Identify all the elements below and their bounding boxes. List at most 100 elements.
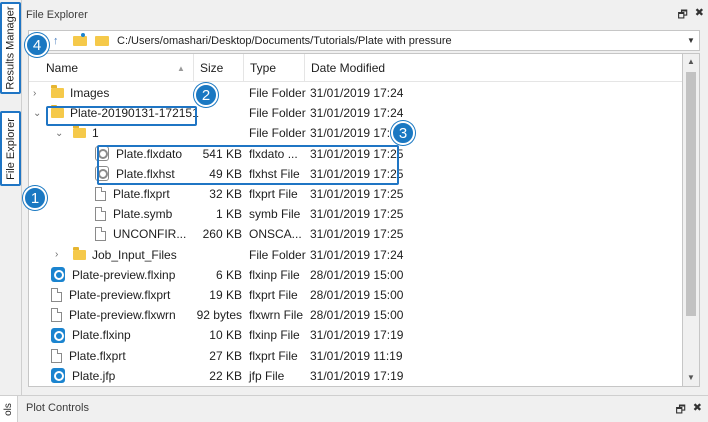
col-header-name[interactable]: Name (29, 54, 194, 82)
flx-file-icon (51, 327, 65, 343)
table-row[interactable]: › Job_Input_Files File Folder 31/01/2019 17… (29, 245, 682, 265)
table-header: Name ▲ Size Type Date Modified (29, 54, 682, 82)
table-row[interactable]: Plate.jfp 22 KB jfp File 31/01/2019 17:19 (29, 366, 682, 386)
row-name-cell: 1 (73, 123, 99, 143)
folder-icon (51, 105, 64, 119)
flx-result-file-icon (95, 146, 109, 162)
row-name: Plate.flxprt (69, 348, 126, 363)
sort-ascending-icon: ▲ (177, 64, 185, 73)
table-row[interactable]: Plate.symb 1 KB symb File 31/01/2019 17:25 (29, 204, 682, 224)
flx-file-icon (51, 267, 65, 283)
scroll-down-icon[interactable]: ▼ (683, 370, 699, 386)
close-icon[interactable]: ✖ (695, 6, 704, 25)
row-name: 1 (92, 126, 99, 141)
chevron-right-icon[interactable]: › (55, 245, 65, 265)
chevron-down-icon[interactable]: ⌄ (33, 103, 43, 123)
table-row[interactable]: UNCONFIR... 260 KB ONSCA... 31/01/2019 17:2… (29, 224, 682, 244)
row-type: ONSCA... (249, 227, 302, 242)
file-icon (95, 227, 106, 242)
col-name-label: Name (46, 61, 79, 75)
col-header-type[interactable]: Type (244, 54, 305, 82)
row-name-cell: Plate-preview.flxinp (51, 265, 175, 285)
flx-file-icon (51, 368, 65, 384)
row-name-cell: Plate.flxhst (95, 164, 175, 184)
row-name-cell: Plate-preview.flxprt (51, 285, 170, 305)
tab-file-explorer-label: File Explorer (4, 117, 17, 180)
row-size (189, 103, 242, 123)
row-name-cell: Plate.flxprt (95, 184, 170, 204)
row-size: 92 bytes (196, 308, 242, 323)
row-modified: 31/01/2019 17:25 (310, 126, 404, 141)
up-arrow-icon[interactable]: ↑ (53, 35, 67, 47)
scroll-up-icon[interactable]: ▲ (683, 54, 699, 70)
file-table: Name ▲ Size Type Date Modified › Images Fi… (28, 53, 683, 387)
path-input[interactable]: C:/Users/omashari/Desktop/Documents/Tuto… (117, 35, 683, 47)
row-type: flxdato ... (249, 146, 298, 161)
close-icon[interactable]: ✖ (693, 401, 702, 420)
file-icon (51, 288, 62, 302)
path-bar: ↑ C:/Users/omashari/Desktop/Documents/Tu… (28, 30, 700, 51)
col-header-modified[interactable]: Date Modified (305, 54, 682, 82)
row-modified: 31/01/2019 11:19 (310, 348, 403, 363)
row-name-cell: Job_Input_Files (73, 245, 177, 265)
row-modified: 31/01/2019 17:19 (310, 368, 404, 383)
tab-plot-controls-label: ols (2, 403, 14, 416)
folder-icon (73, 246, 86, 260)
tab-results-manager[interactable]: Results Manager (0, 2, 21, 94)
chevron-right-icon[interactable]: › (33, 83, 43, 103)
restore-icon[interactable]: 🗗 (675, 401, 685, 420)
table-row[interactable]: Plate-preview.flxwrn 92 bytes flxwrn File 2… (29, 305, 682, 325)
row-modified: 31/01/2019 17:25 (310, 166, 404, 181)
table-row[interactable]: Plate.flxinp 10 KB flxinp File 31/01/2019 1… (29, 325, 682, 345)
vertical-scrollbar[interactable]: ▲ ▼ (683, 53, 700, 387)
row-modified: 31/01/2019 17:25 (310, 187, 404, 201)
row-type: File Folder (249, 247, 306, 262)
row-type: flxprt File (249, 348, 298, 363)
tab-plot-controls[interactable]: ols (0, 396, 18, 422)
row-modified: 28/01/2019 15:00 (310, 288, 404, 302)
folder-icon (73, 125, 86, 139)
tab-file-explorer[interactable]: File Explorer (0, 111, 21, 186)
row-name: Plate.flxdato (116, 146, 183, 161)
table-row[interactable]: ⌄ 1 File Folder 31/01/2019 17:25 (29, 123, 682, 143)
chevron-down-icon[interactable]: ⌄ (55, 123, 65, 143)
row-name-cell: Plate.flxprt (51, 346, 126, 366)
row-modified: 31/01/2019 17:25 (310, 207, 404, 222)
row-name: Plate.symb (113, 207, 173, 222)
table-row[interactable]: ⌄ Plate-20190131-172151 File Folder 31/01/2… (29, 103, 682, 123)
plot-controls-bar: ols Plot Controls 🗗 ✖ (0, 395, 708, 422)
row-modified: 28/01/2019 15:00 (310, 308, 404, 323)
row-size: 22 KB (209, 368, 242, 383)
row-name: Plate.flxinp (72, 328, 131, 343)
table-row[interactable]: Plate.flxhst 49 KB flxhst File 31/01/2019 1… (29, 164, 682, 184)
row-name: Plate.flxhst (116, 166, 175, 181)
restore-icon[interactable]: 🗗 (677, 6, 687, 25)
table-row[interactable]: Plate.flxprt 32 KB flxprt File 31/01/2019 1… (29, 184, 682, 204)
table-row[interactable]: Plate-preview.flxinp 6 KB flxinp File 28/01… (29, 265, 682, 285)
row-name-cell: Images (51, 83, 109, 103)
folder-new-icon[interactable] (73, 32, 87, 46)
table-row[interactable]: Plate.flxprt 27 KB flxprt File 31/01/2019 1… (29, 346, 682, 366)
row-name: Plate.flxprt (113, 187, 170, 201)
panel-title: File Explorer (26, 9, 88, 21)
row-type: File Folder (249, 106, 306, 121)
table-row[interactable]: Plate-preview.flxprt 19 KB flxprt File 28/0… (29, 285, 682, 305)
row-name: Plate-preview.flxprt (69, 288, 171, 302)
folder-icon (51, 85, 64, 98)
row-type: File Folder (249, 126, 306, 141)
col-header-size[interactable]: Size (194, 54, 244, 82)
table-row[interactable]: Plate.flxdato 541 KB flxdato ... 31/01/2019… (29, 144, 682, 164)
side-tab-strip: Results Manager File Explorer (0, 0, 22, 395)
path-dropdown-icon[interactable]: ▼ (683, 36, 699, 45)
col-modified-label: Date Modified (311, 61, 386, 75)
row-size: 32 KB (209, 187, 242, 201)
scroll-thumb[interactable] (686, 72, 696, 316)
table-row[interactable]: › Images File Folder 31/01/2019 17:24 (29, 83, 682, 103)
folder-open-icon[interactable] (95, 35, 109, 46)
